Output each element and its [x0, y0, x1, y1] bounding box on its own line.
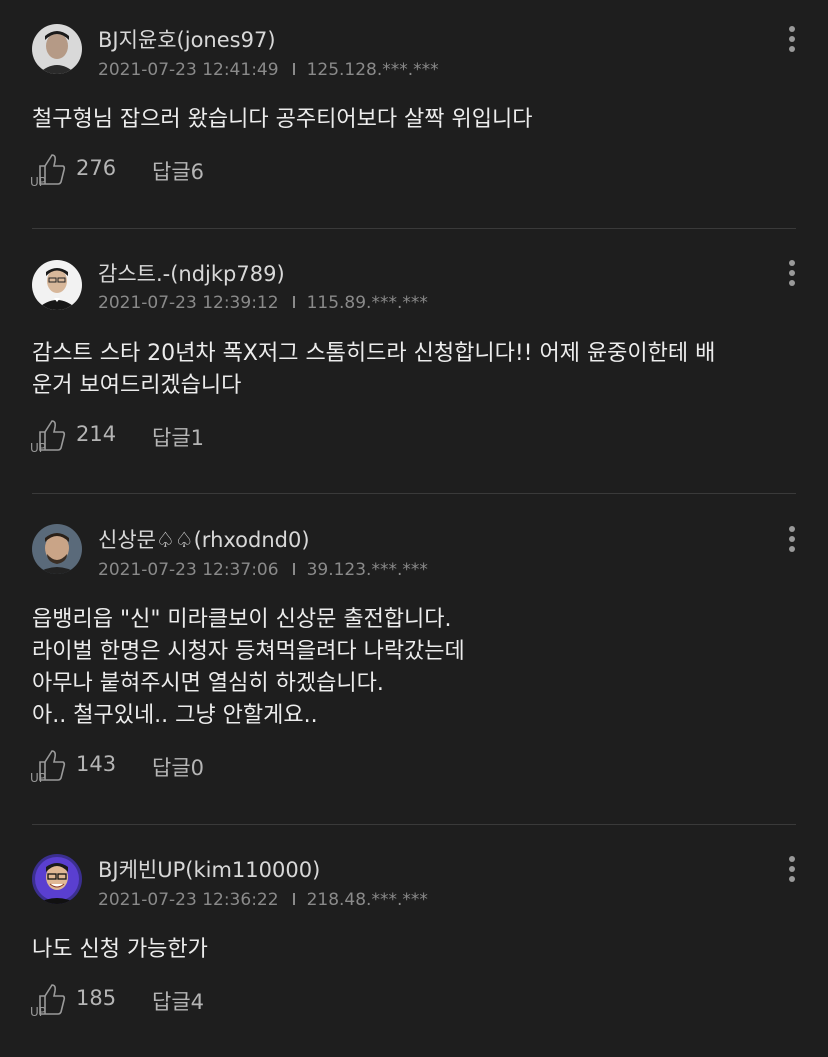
comment-meta: 2021-07-23 12:37:06 39.123.***.*** — [98, 560, 428, 580]
reply-button[interactable]: 답글6 — [152, 156, 204, 186]
comment-date: 2021-07-23 12:41:49 — [98, 60, 279, 80]
like-count: 185 — [76, 986, 117, 1010]
divider — [32, 493, 796, 494]
more-options-icon[interactable] — [786, 856, 798, 886]
username[interactable]: BJ케빈UP(kim110000) — [98, 854, 320, 884]
thumbs-up-icon[interactable]: UP — [30, 982, 68, 1019]
comment-meta: 2021-07-23 12:39:12 115.89.***.*** — [98, 293, 428, 313]
like-count: 276 — [76, 156, 117, 180]
reply-button[interactable]: 답글1 — [152, 422, 204, 452]
thumbs-up-icon[interactable]: UP — [30, 152, 68, 189]
comment-ip: 115.89.***.*** — [306, 293, 428, 313]
more-options-icon[interactable] — [786, 260, 798, 290]
username[interactable]: BJ지윤호(jones97) — [98, 24, 276, 54]
comment-line: 운거 보여드리겠습니다 — [32, 373, 242, 398]
user-avatar[interactable] — [32, 854, 82, 904]
comment-ip: 39.123.***.*** — [306, 560, 428, 580]
divider — [32, 228, 796, 229]
meta-separator — [292, 296, 295, 308]
more-options-icon[interactable] — [786, 526, 798, 556]
meta-separator — [292, 63, 295, 75]
more-options-icon[interactable] — [786, 26, 798, 56]
comment-meta: 2021-07-23 12:36:22 218.48.***.*** — [98, 890, 428, 910]
comment-text: 읍뱅리읍 "신" 미라클보이 신상문 출전합니다. 라이벌 한명은 시청자 등쳐… — [32, 604, 802, 732]
reply-button[interactable]: 답글4 — [152, 986, 204, 1016]
comment-date: 2021-07-23 12:36:22 — [98, 890, 279, 910]
divider — [32, 824, 796, 825]
meta-separator — [292, 893, 295, 905]
comment-date: 2021-07-23 12:37:06 — [98, 560, 279, 580]
thumbs-up-icon[interactable]: UP — [30, 748, 68, 785]
svg-text:UP: UP — [30, 771, 46, 784]
svg-text:UP: UP — [30, 441, 46, 454]
comment-line: 라이벌 한명은 시청자 등쳐먹을려다 나락갔는데 — [32, 639, 465, 664]
user-avatar[interactable] — [32, 260, 82, 310]
username[interactable]: 감스트.-(ndjkp789) — [98, 258, 285, 288]
comment-date: 2021-07-23 12:39:12 — [98, 293, 279, 313]
comment-line: 나도 신청 가능한가 — [32, 937, 208, 962]
thumbs-up-icon[interactable]: UP — [30, 418, 68, 455]
comment-meta: 2021-07-23 12:41:49 125.128.***.*** — [98, 60, 439, 80]
comment-line: 읍뱅리읍 "신" 미라클보이 신상문 출전합니다. — [32, 607, 452, 632]
comment-line: 아.. 철구있네.. 그냥 안할게요.. — [32, 703, 318, 728]
comment-line: 아무나 붙혀주시면 열심히 하겠습니다. — [32, 671, 384, 696]
comment-text: 철구형님 잡으러 왔습니다 공주티어보다 살짝 위입니다 — [32, 104, 802, 136]
user-avatar[interactable] — [32, 524, 82, 574]
reply-button[interactable]: 답글0 — [152, 752, 204, 782]
comment-line: 철구형님 잡으러 왔습니다 공주티어보다 살짝 위입니다 — [32, 107, 533, 132]
username[interactable]: 신상문♤♤(rhxodnd0) — [98, 524, 310, 554]
comment-line: 감스트 스타 20년차 폭X저그 스톰히드라 신청합니다!! 어제 윤중이한테 … — [32, 341, 716, 366]
comment-text: 나도 신청 가능한가 — [32, 934, 802, 966]
meta-separator — [292, 563, 295, 575]
like-count: 214 — [76, 422, 117, 446]
comment-text: 감스트 스타 20년차 폭X저그 스톰히드라 신청합니다!! 어제 윤중이한테 … — [32, 338, 802, 402]
comment-ip: 125.128.***.*** — [306, 60, 439, 80]
comment-ip: 218.48.***.*** — [306, 890, 428, 910]
svg-text:UP: UP — [30, 1005, 46, 1018]
user-avatar[interactable] — [32, 24, 82, 74]
svg-text:UP: UP — [30, 175, 46, 188]
like-count: 143 — [76, 752, 117, 776]
